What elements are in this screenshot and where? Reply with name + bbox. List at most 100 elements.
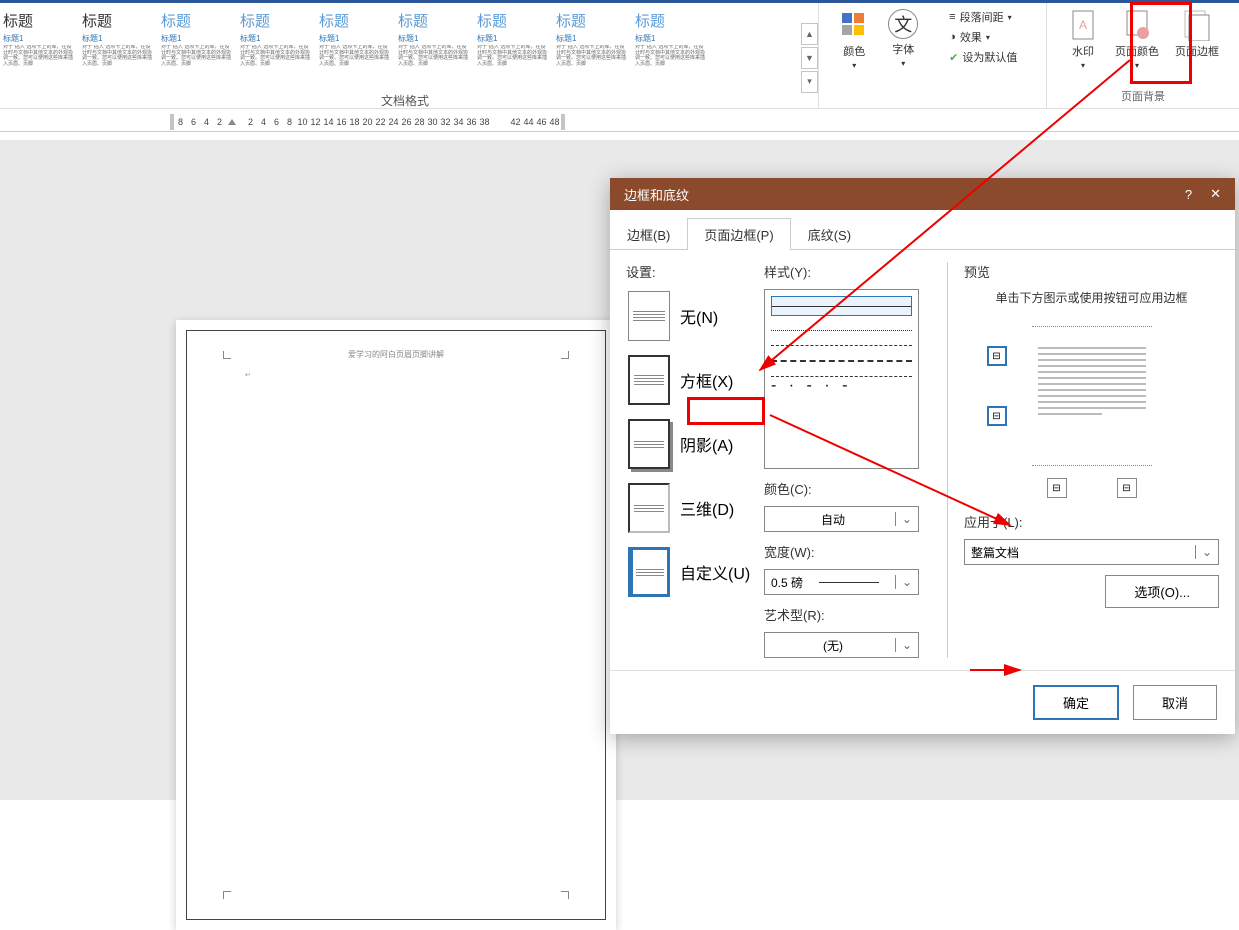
effects-label: 效果 (960, 29, 982, 45)
tab-page-border[interactable]: 页面边框(P) (687, 218, 790, 250)
apply-value: 整篇文档 (971, 544, 1019, 561)
page-border-label: 页面边框 (1175, 43, 1219, 59)
effects-button[interactable]: ◑ 效果 ▾ (945, 27, 994, 47)
chevron-down-icon: ⌄ (895, 512, 912, 526)
corner-mark (561, 351, 569, 359)
edge-top-button[interactable]: ⊟ (987, 346, 1007, 366)
colors-label: 颜色 (843, 43, 865, 59)
style-item[interactable]: 标题标题1对于"插入"选项卡上的库，在设计时与文档中其他文本的外观协调一致。您可… (79, 7, 157, 85)
setting-3d-label: 三维(D) (680, 496, 734, 520)
corner-mark (223, 351, 231, 359)
cancel-button[interactable]: 取消 (1133, 685, 1217, 720)
edge-left-button[interactable]: ⊟ (1047, 478, 1067, 498)
apply-dropdown[interactable]: 整篇文档 ⌄ (964, 539, 1219, 565)
dialog-title: 边框和底纹 (624, 185, 689, 204)
help-button[interactable]: ? (1185, 187, 1192, 202)
chevron-down-icon: ⌄ (895, 638, 912, 652)
gallery-up-button[interactable]: ▲ (801, 23, 819, 45)
style-label: 样式(Y): (764, 262, 939, 281)
width-label: 宽度(W): (764, 542, 939, 561)
spacing-icon: ≡ (949, 11, 955, 23)
group-colors-fonts: 颜色 ▾ 文 字体 ▾ (818, 3, 937, 108)
page[interactable]: 爱学习的阿白页眉页脚讲解 ↵ (176, 320, 616, 930)
style-item[interactable]: 标题标题1对于"插入"选项卡上的库，在设计时与文档中其他文本的外观协调一致。您可… (553, 7, 631, 85)
color-label: 颜色(C): (764, 479, 939, 498)
settings-column: 设置: 无(N) 方框(X) 阴影(A) 三维(D) 自定义(U) (626, 262, 756, 658)
dialog-tabs: 边框(B) 页面边框(P) 底纹(S) (610, 210, 1235, 250)
style-item[interactable]: 标题标题1对于"插入"选项卡上的库，在设计时与文档中其他文本的外观协调一致。您可… (316, 7, 394, 85)
border-shading-dialog: 边框和底纹 ? ✕ 边框(B) 页面边框(P) 底纹(S) 设置: 无(N) 方… (610, 178, 1235, 734)
art-label: 艺术型(R): (764, 605, 939, 624)
watermark-icon: A (1067, 9, 1099, 41)
art-value: (无) (823, 637, 843, 654)
page-border-button[interactable]: 页面边框 (1169, 7, 1225, 72)
chevron-down-icon: ⌄ (1195, 545, 1212, 559)
preview-doc[interactable] (1032, 326, 1152, 466)
dialog-footer: 确定 取消 (610, 670, 1235, 734)
preview-hint: 单击下方图示或使用按钮可应用边框 (964, 289, 1219, 306)
setting-box-label: 方框(X) (680, 368, 733, 392)
chevron-down-icon: ⌄ (895, 575, 912, 589)
preview-page: ⊟ ⊟ ⊟ ⊟ (987, 326, 1197, 498)
preview-label: 预览 (964, 262, 1219, 281)
apply-label: 应用于(L): (964, 512, 1219, 531)
setting-custom[interactable]: 自定义(U) (626, 545, 756, 599)
set-default-button[interactable]: ✔ 设为默认值 (945, 47, 1021, 67)
style-item[interactable]: 标题标题1对于"插入"选项卡上的库，在设计时与文档中其他文本的外观协调一致。您可… (395, 7, 473, 85)
edge-bottom-button[interactable]: ⊟ (987, 406, 1007, 426)
ruler[interactable]: 8642246810121416182022242628303234363842… (0, 112, 1239, 132)
dialog-titlebar[interactable]: 边框和底纹 ? ✕ (610, 178, 1235, 210)
setting-custom-label: 自定义(U) (680, 560, 750, 584)
tab-shading[interactable]: 底纹(S) (791, 218, 868, 250)
svg-text:A: A (1079, 18, 1087, 32)
setting-none-label: 无(N) (680, 304, 718, 328)
style-item[interactable]: 标题标题1对于"插入"选项卡上的库，在设计时与文档中其他文本的外观协调一致。您可… (0, 7, 78, 85)
watermark-button[interactable]: A 水印 ▾ (1061, 7, 1105, 72)
width-dropdown[interactable]: 0.5 磅 ⌄ (764, 569, 919, 595)
setting-3d[interactable]: 三维(D) (626, 481, 756, 535)
width-line-preview (819, 582, 879, 583)
setting-shadow[interactable]: 阴影(A) (626, 417, 756, 471)
art-dropdown[interactable]: (无) ⌄ (764, 632, 919, 658)
style-list[interactable]: - · - · - (764, 289, 919, 469)
style-item[interactable]: 标题标题1对于"插入"选项卡上的库，在设计时与文档中其他文本的外观协调一致。您可… (632, 7, 710, 85)
cursor-mark: ↵ (245, 371, 251, 379)
style-item[interactable]: 标题标题1对于"插入"选项卡上的库，在设计时与文档中其他文本的外观协调一致。您可… (158, 7, 236, 85)
group-page-background: A 水印 ▾ 页面颜色 ▾ 页面边框 页面背景 (1046, 3, 1239, 108)
close-button[interactable]: ✕ (1210, 186, 1221, 202)
setting-box[interactable]: 方框(X) (626, 353, 756, 407)
colors-button[interactable]: 颜色 ▾ (832, 7, 876, 72)
tab-border[interactable]: 边框(B) (610, 218, 687, 250)
colors-icon (838, 9, 870, 41)
fonts-icon: 文 (888, 9, 918, 39)
watermark-label: 水印 (1072, 43, 1094, 59)
options-button[interactable]: 选项(O)... (1105, 575, 1219, 608)
check-icon: ✔ (949, 51, 958, 64)
page-color-button[interactable]: 页面颜色 ▾ (1109, 7, 1165, 72)
page-header-text: 爱学习的阿白页眉页脚讲解 (187, 349, 605, 360)
effects-icon: ◑ (949, 31, 956, 43)
settings-label: 设置: (626, 262, 756, 281)
set-default-label: 设为默认值 (962, 49, 1017, 65)
width-value: 0.5 磅 (771, 574, 803, 591)
style-column: 样式(Y): - · - · - 颜色(C): 自动 ⌄ 宽度(W): 0.5 … (764, 262, 939, 658)
group-spacing-effects: ≡ 段落间距 ▾ ◑ 效果 ▾ ✔ 设为默认值 (937, 3, 1046, 108)
fonts-label: 字体 (892, 41, 914, 57)
page-bg-group-label: 页面背景 (1047, 88, 1239, 104)
gallery-down-button[interactable]: ▼ (801, 47, 819, 69)
preview-column: 预览 单击下方图示或使用按钮可应用边框 ⊟ ⊟ ⊟ ⊟ 应用于(L): 整篇文档… (947, 262, 1219, 658)
edge-right-button[interactable]: ⊟ (1117, 478, 1137, 498)
setting-none[interactable]: 无(N) (626, 289, 756, 343)
setting-shadow-label: 阴影(A) (680, 432, 733, 456)
style-item[interactable]: 标题标题1对于"插入"选项卡上的库，在设计时与文档中其他文本的外观协调一致。您可… (237, 7, 315, 85)
page-color-icon (1121, 9, 1153, 41)
color-value: 自动 (821, 511, 845, 528)
color-dropdown[interactable]: 自动 ⌄ (764, 506, 919, 532)
fonts-button[interactable]: 文 字体 ▾ (882, 7, 924, 72)
para-spacing-button[interactable]: ≡ 段落间距 ▾ (945, 7, 1015, 27)
ok-button[interactable]: 确定 (1033, 685, 1119, 720)
page-color-label: 页面颜色 (1115, 43, 1159, 59)
corner-mark (561, 891, 569, 899)
doc-format-group-label: 文档格式 (0, 88, 810, 114)
style-item[interactable]: 标题标题1对于"插入"选项卡上的库，在设计时与文档中其他文本的外观协调一致。您可… (474, 7, 552, 85)
